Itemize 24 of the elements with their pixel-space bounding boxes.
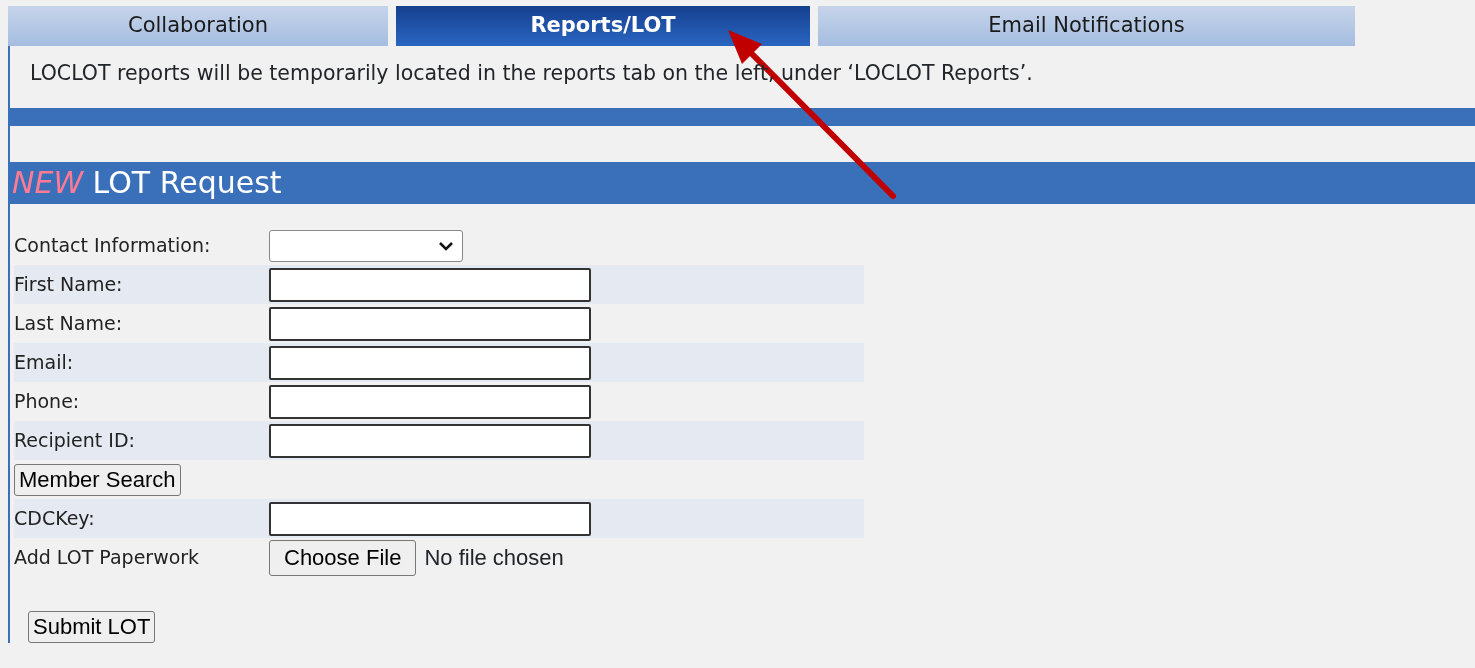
field-label: Last Name:	[14, 311, 124, 337]
field-label: CDCKey:	[14, 506, 96, 532]
field-label: Email:	[14, 350, 75, 376]
field-label: First Name:	[14, 272, 124, 298]
choose-file-button[interactable]: Choose File	[269, 539, 417, 576]
dropdown-field[interactable]	[269, 229, 463, 262]
submit-button[interactable]: Submit LOT	[28, 611, 156, 643]
chevron-down-icon	[438, 240, 454, 251]
tab[interactable]: Email Notifications	[818, 6, 1355, 46]
tab[interactable]: Collaboration	[8, 6, 388, 46]
field-label: Contact Information:	[14, 233, 212, 259]
field-label: Recipient ID:	[14, 428, 136, 454]
file-status: No file chosen	[424, 544, 564, 572]
input-field[interactable]	[269, 267, 591, 302]
field-label: Add LOT Paperwork	[14, 545, 201, 571]
member-search-button[interactable]: Member Search	[14, 463, 181, 496]
field-label: Phone:	[14, 389, 81, 415]
input-field[interactable]	[269, 501, 591, 536]
input-field[interactable]	[269, 384, 591, 419]
input-field[interactable]	[269, 306, 591, 341]
input-field[interactable]	[269, 345, 591, 380]
section-title: NEW LOT Request	[10, 162, 1475, 204]
tab[interactable]: Reports/LOT	[396, 6, 810, 46]
input-field[interactable]	[269, 423, 591, 458]
